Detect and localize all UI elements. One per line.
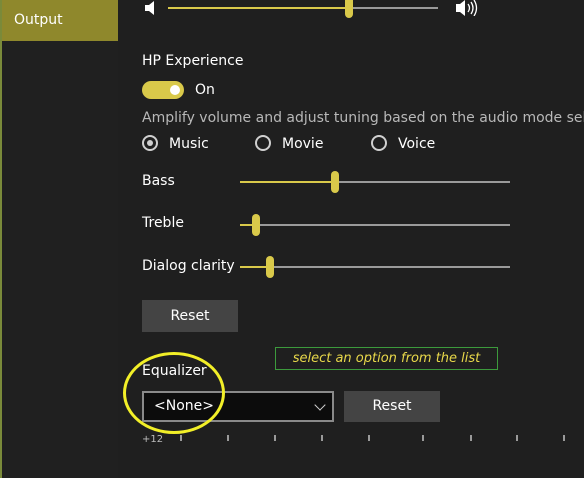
radio-music-label: Music xyxy=(169,136,209,152)
sidebar-item-output[interactable]: Output xyxy=(2,0,118,41)
treble-label: Treble xyxy=(142,215,184,231)
hint-text: select an option from the list xyxy=(275,347,498,370)
volume-thumb[interactable] xyxy=(344,0,353,18)
hp-experience-title: HP Experience xyxy=(142,53,244,69)
eq-tick xyxy=(470,435,472,441)
volume-low-icon xyxy=(145,0,159,19)
dialog-clarity-label: Dialog clarity xyxy=(142,258,235,274)
bass-label: Bass xyxy=(142,173,175,189)
radio-movie-label: Movie xyxy=(282,136,324,152)
radio-voice[interactable] xyxy=(371,135,387,151)
eq-tick xyxy=(227,435,229,441)
eq-tick xyxy=(274,435,276,441)
hp-experience-toggle[interactable] xyxy=(142,81,184,99)
description-text: Amplify volume and adjust tuning based o… xyxy=(142,110,584,126)
sidebar: Output xyxy=(2,0,118,478)
dialog-clarity-thumb[interactable] xyxy=(265,256,274,278)
highlight-ellipse xyxy=(123,352,225,434)
toggle-state-label: On xyxy=(195,82,215,98)
eq-tick xyxy=(180,435,182,441)
eq-tick xyxy=(368,435,370,441)
volume-high-icon xyxy=(456,0,482,20)
eq-tick xyxy=(321,435,323,441)
chevron-down-icon xyxy=(314,399,326,411)
equalizer-reset-button[interactable]: Reset xyxy=(344,391,440,422)
radio-music[interactable] xyxy=(142,135,158,151)
treble-thumb[interactable] xyxy=(252,214,261,236)
eq-tick xyxy=(563,435,565,441)
eq-axis-label: +12 xyxy=(142,434,164,445)
eq-tick xyxy=(422,435,424,441)
radio-movie[interactable] xyxy=(255,135,271,151)
radio-voice-label: Voice xyxy=(398,136,436,152)
eq-tick xyxy=(516,435,518,441)
reset-button[interactable]: Reset xyxy=(142,300,238,332)
bass-thumb[interactable] xyxy=(330,171,339,193)
